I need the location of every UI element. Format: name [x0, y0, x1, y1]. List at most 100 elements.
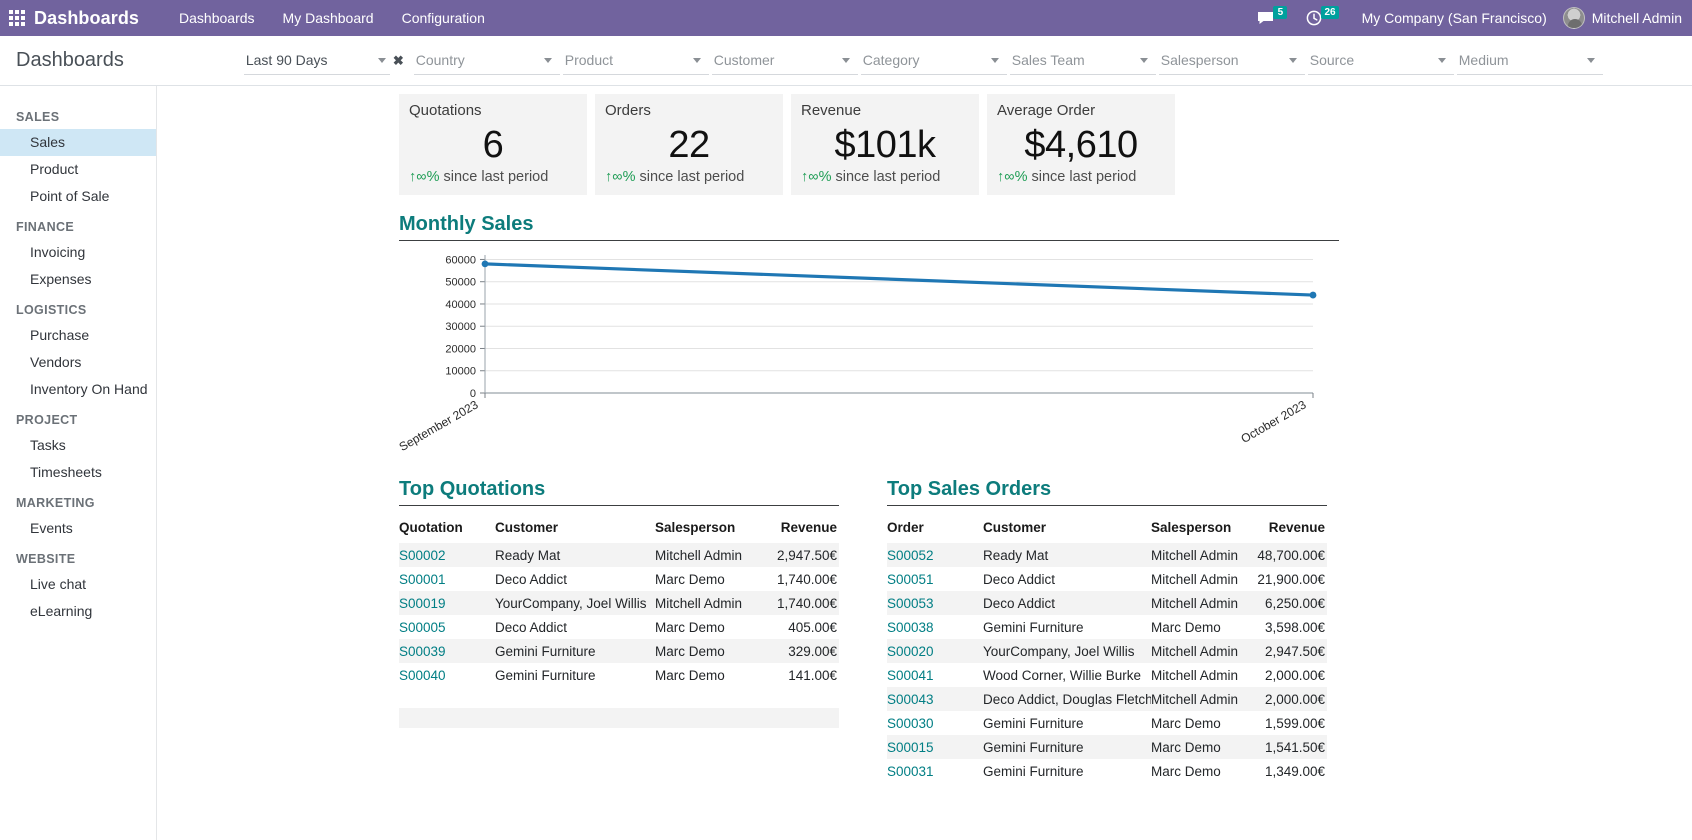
row-reference-cell[interactable]: S00019: [399, 591, 495, 615]
sidebar-item-vendors[interactable]: Vendors: [0, 349, 156, 376]
table-row[interactable]: S00040 Gemini Furniture Marc Demo 141.00€: [399, 663, 839, 687]
sidebar-item-product[interactable]: Product: [0, 156, 156, 183]
chart-data-point[interactable]: [1309, 291, 1317, 299]
table-row[interactable]: S00043 Deco Addict, Douglas Fletche Mitche…: [887, 687, 1327, 711]
table-row[interactable]: S00052 Ready Mat Mitchell Admin 48,700.00€: [887, 543, 1327, 567]
column-header-customer[interactable]: Customer: [495, 512, 655, 543]
row-reference-cell[interactable]: S00043: [887, 687, 983, 711]
column-header-salesperson[interactable]: Salesperson: [655, 512, 765, 543]
kpi-card-orders[interactable]: Orders 22 ↑∞% since last period: [595, 94, 783, 195]
chart-data-point[interactable]: [481, 260, 489, 268]
kpi-card-revenue[interactable]: Revenue $101k ↑∞% since last period: [791, 94, 979, 195]
record-link[interactable]: S00030: [887, 716, 934, 731]
record-link[interactable]: S00031: [887, 764, 934, 779]
apps-menu-button[interactable]: [0, 0, 34, 36]
filter-customer[interactable]: Customer: [711, 47, 858, 75]
row-salesperson-cell: Mitchell Admin: [1151, 571, 1239, 587]
filter-product[interactable]: Product: [562, 47, 709, 75]
sidebar-item-expenses[interactable]: Expenses: [0, 266, 156, 293]
filter-salesperson[interactable]: Salesperson: [1158, 47, 1305, 75]
activities-button[interactable]: 26: [1300, 0, 1351, 36]
record-link[interactable]: S00043: [887, 692, 934, 707]
table-row[interactable]: S00005 Deco Addict Marc Demo 405.00€: [399, 615, 839, 639]
sidebar-item-purchase[interactable]: Purchase: [0, 322, 156, 349]
close-icon[interactable]: ✖: [393, 54, 404, 67]
table-row[interactable]: S00053 Deco Addict Mitchell Admin 6,250.00€: [887, 591, 1327, 615]
table-row[interactable]: S00039 Gemini Furniture Marc Demo 329.00€: [399, 639, 839, 663]
sidebar-item-point-of-sale[interactable]: Point of Sale: [0, 183, 156, 210]
kpi-delta-suffix: since last period: [835, 169, 941, 185]
kpi-card-average-order[interactable]: Average Order $4,610 ↑∞% since last peri…: [987, 94, 1175, 195]
row-reference-cell[interactable]: S00002: [399, 543, 495, 567]
table-row[interactable]: S00041 Wood Corner, Willie Burke Mitchell …: [887, 663, 1327, 687]
user-menu[interactable]: Mitchell Admin: [1557, 7, 1682, 29]
record-link[interactable]: S00040: [399, 668, 446, 683]
row-reference-cell[interactable]: S00020: [887, 639, 983, 663]
row-salesperson-cell: Marc Demo: [1151, 715, 1221, 731]
record-link[interactable]: S00019: [399, 596, 446, 611]
column-header-salesperson[interactable]: Salesperson: [1151, 512, 1251, 543]
row-reference-cell[interactable]: S00030: [887, 711, 983, 735]
filter-country[interactable]: Country: [413, 47, 560, 75]
sidebar-item-events[interactable]: Events: [0, 515, 156, 542]
row-reference-cell[interactable]: S00038: [887, 615, 983, 639]
record-link[interactable]: S00002: [399, 548, 446, 563]
messages-button[interactable]: 5: [1251, 0, 1300, 36]
row-reference-cell[interactable]: S00040: [399, 663, 495, 687]
table-row[interactable]: S00019 YourCompany, Joel Willis Mitchell A…: [399, 591, 839, 615]
table-row[interactable]: S00038 Gemini Furniture Marc Demo 3,598.00€: [887, 615, 1327, 639]
top-sales-orders-table: Order Customer Salesperson Revenue S0005…: [887, 512, 1327, 783]
table-row[interactable]: S00020 YourCompany, Joel Willis Mitchell A…: [887, 639, 1327, 663]
record-link[interactable]: S00051: [887, 572, 934, 587]
nav-menu-my-dashboard[interactable]: My Dashboard: [269, 0, 388, 36]
row-reference-cell[interactable]: S00053: [887, 591, 983, 615]
column-header-revenue[interactable]: Revenue: [765, 512, 839, 543]
table-row[interactable]: S00051 Deco Addict Mitchell Admin 21,900.00…: [887, 567, 1327, 591]
sidebar-item-timesheets[interactable]: Timesheets: [0, 459, 156, 486]
nav-menu-configuration[interactable]: Configuration: [388, 0, 499, 36]
row-customer-cell: Wood Corner, Willie Burke: [983, 667, 1142, 683]
row-reference-cell[interactable]: S00031: [887, 759, 983, 783]
row-reference-cell[interactable]: S00041: [887, 663, 983, 687]
filter-sales-team[interactable]: Sales Team: [1009, 47, 1156, 75]
record-link[interactable]: S00053: [887, 596, 934, 611]
table-row[interactable]: S00015 Gemini Furniture Marc Demo 1,541.50€: [887, 735, 1327, 759]
sidebar-item-elearning[interactable]: eLearning: [0, 598, 156, 625]
record-link[interactable]: S00041: [887, 668, 934, 683]
filter-category[interactable]: Category: [860, 47, 1007, 75]
column-header-customer[interactable]: Customer: [983, 512, 1151, 543]
monthly-sales-chart[interactable]: 0 10000 20000 30000 40000 50000 60000 September…: [399, 247, 1339, 462]
kpi-card-quotations[interactable]: Quotations 6 ↑∞% since last period: [399, 94, 587, 195]
filter-medium[interactable]: Medium: [1456, 47, 1603, 75]
app-brand-title[interactable]: Dashboards: [34, 8, 139, 29]
column-header-revenue[interactable]: Revenue: [1251, 512, 1327, 543]
row-reference-cell[interactable]: S00051: [887, 567, 983, 591]
column-header-order[interactable]: Order: [887, 512, 983, 543]
record-link[interactable]: S00038: [887, 620, 934, 635]
table-row[interactable]: S00001 Deco Addict Marc Demo 1,740.00€: [399, 567, 839, 591]
row-reference-cell[interactable]: S00005: [399, 615, 495, 639]
record-link[interactable]: S00020: [887, 644, 934, 659]
record-link[interactable]: S00052: [887, 548, 934, 563]
filter-last-90-days[interactable]: Last 90 Days: [243, 47, 390, 75]
record-link[interactable]: S00015: [887, 740, 934, 755]
company-switcher[interactable]: My Company (San Francisco): [1352, 10, 1557, 26]
record-link[interactable]: S00005: [399, 620, 446, 635]
sidebar-item-invoicing[interactable]: Invoicing: [0, 239, 156, 266]
nav-menu-dashboards[interactable]: Dashboards: [165, 0, 269, 36]
table-row[interactable]: S00002 Ready Mat Mitchell Admin 2,947.50€: [399, 543, 839, 567]
sidebar-item-live-chat[interactable]: Live chat: [0, 571, 156, 598]
table-row[interactable]: S00031 Gemini Furniture Marc Demo 1,349.00€: [887, 759, 1327, 783]
row-reference-cell[interactable]: S00052: [887, 543, 983, 567]
filter-source[interactable]: Source: [1307, 47, 1454, 75]
row-reference-cell[interactable]: S00039: [399, 639, 495, 663]
sidebar-item-inventory-on-hand[interactable]: Inventory On Hand: [0, 376, 156, 403]
row-reference-cell[interactable]: S00001: [399, 567, 495, 591]
record-link[interactable]: S00001: [399, 572, 446, 587]
column-header-quotation[interactable]: Quotation: [399, 512, 495, 543]
table-row[interactable]: S00030 Gemini Furniture Marc Demo 1,599.00€: [887, 711, 1327, 735]
record-link[interactable]: S00039: [399, 644, 446, 659]
sidebar-item-sales[interactable]: Sales: [0, 129, 156, 156]
sidebar-item-tasks[interactable]: Tasks: [0, 432, 156, 459]
row-reference-cell[interactable]: S00015: [887, 735, 983, 759]
